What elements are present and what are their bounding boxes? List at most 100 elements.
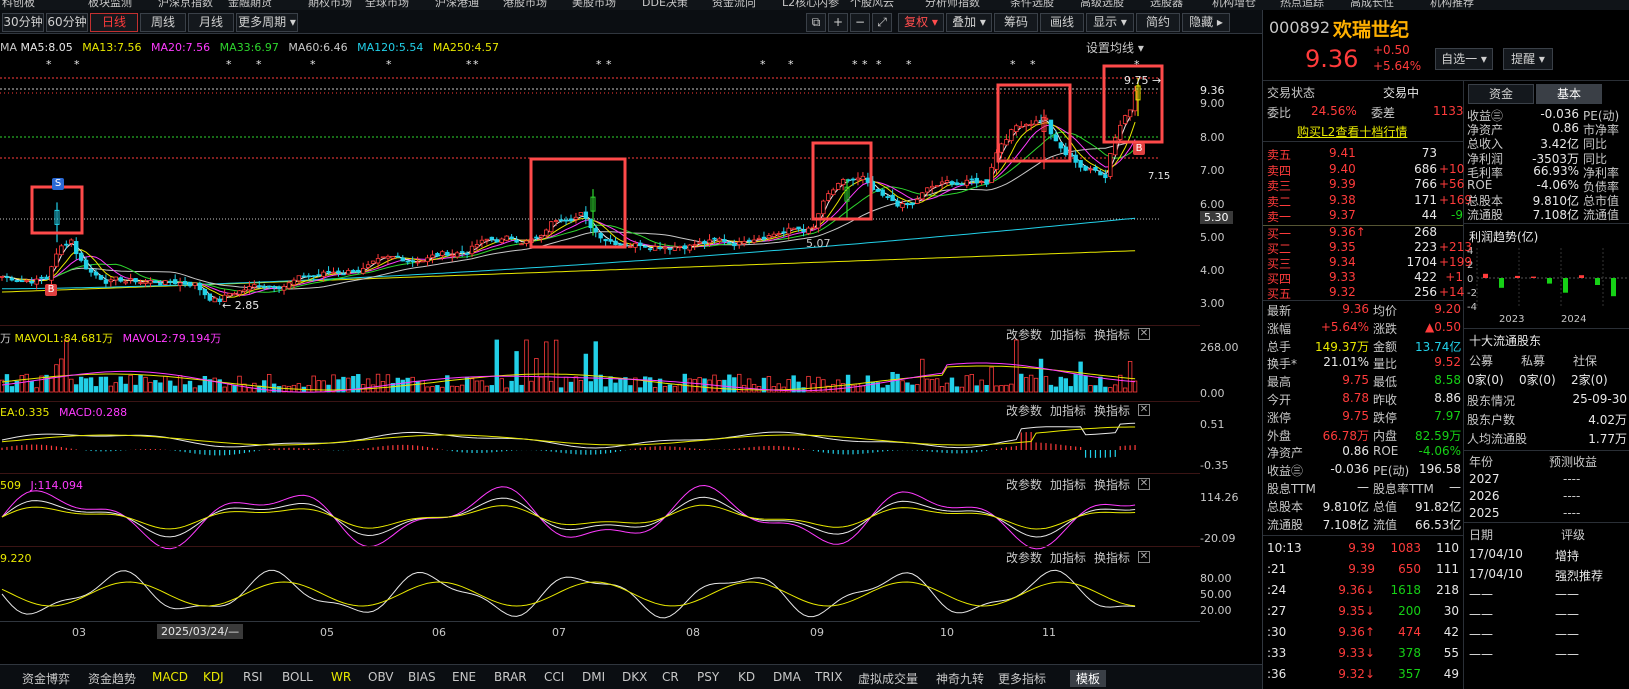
event-marker-icon[interactable]: * <box>386 58 392 71</box>
mavol1-legend: MAVOL1:84.681万 <box>14 332 114 345</box>
volume-bar <box>578 379 584 393</box>
profit-year-label: 2024 <box>1561 314 1586 325</box>
indicator-tab[interactable]: DMI <box>582 670 605 684</box>
candle-body <box>454 252 460 258</box>
swap-indicator-button[interactable]: 换指标 <box>1094 402 1130 419</box>
event-marker-icon[interactable]: * <box>852 58 858 71</box>
indicator-tab[interactable]: OBV <box>368 670 394 684</box>
close-panel-icon[interactable]: ✕ <box>1138 404 1150 416</box>
top-menu-item[interactable]: 高成长性 <box>1350 0 1394 10</box>
indicator-tab[interactable]: KDJ <box>203 670 224 684</box>
indicator-tab[interactable]: RSI <box>243 670 263 684</box>
candle-body <box>687 244 692 251</box>
indicator-tab[interactable]: PSY <box>697 670 719 684</box>
event-marker-icon[interactable]: * <box>906 58 912 71</box>
kdj-legend: 509 J:114.094 <box>0 479 83 492</box>
close-panel-icon[interactable]: ✕ <box>1138 328 1150 340</box>
quote-label: 最低 <box>1373 375 1398 390</box>
event-marker-icon[interactable]: * <box>596 58 602 71</box>
quote-value: 9.20 <box>1434 302 1461 316</box>
event-marker-icon[interactable]: * <box>1010 58 1016 71</box>
quote-label: 流值 <box>1373 517 1398 532</box>
event-marker-icon[interactable]: * <box>606 58 612 71</box>
indicator-tab[interactable]: BOLL <box>282 670 313 684</box>
event-marker-icon[interactable]: * <box>466 58 472 71</box>
event-marker-icon[interactable]: * <box>788 58 794 71</box>
event-marker-icon[interactable]: * <box>310 58 316 71</box>
watchlist-dropdown[interactable]: 自选一 ▾ <box>1435 48 1493 70</box>
edit-params-button[interactable]: 改参数 <box>1006 476 1042 493</box>
indicator-tab[interactable]: CCI <box>544 670 564 684</box>
close-panel-icon[interactable]: ✕ <box>1138 478 1150 490</box>
indicator-tab[interactable]: KD <box>738 670 755 684</box>
rating-date: 17/04/10 <box>1469 567 1523 581</box>
volume-bar <box>707 379 712 393</box>
candle-body <box>88 268 94 273</box>
add-indicator-button[interactable]: 加指标 <box>1050 326 1086 343</box>
top-menu-item[interactable]: 机构增仓 <box>1212 0 1256 10</box>
swap-indicator-button[interactable]: 换指标 <box>1094 326 1130 343</box>
volume-bar <box>93 386 99 393</box>
rating-value: —— <box>1555 627 1579 641</box>
event-marker-icon[interactable]: * <box>760 58 766 71</box>
event-marker-icon[interactable]: * <box>473 58 479 71</box>
book-level-label: 买五 <box>1267 287 1292 301</box>
indicator-tab[interactable]: DKX <box>622 670 647 684</box>
candle-body <box>158 282 163 286</box>
indicator-tab[interactable]: 资金博弈 <box>22 670 70 687</box>
edit-params-button[interactable]: 改参数 <box>1006 402 1042 419</box>
edit-params-button[interactable]: 改参数 <box>1006 326 1042 343</box>
tab-basic[interactable]: 基本 <box>1536 84 1602 104</box>
add-indicator-button[interactable]: 加指标 <box>1050 549 1086 566</box>
candle-body <box>741 240 747 244</box>
add-indicator-button[interactable]: 加指标 <box>1050 476 1086 493</box>
order-ratio-label: 委比 <box>1267 106 1292 120</box>
event-marker-icon[interactable]: * <box>862 58 868 71</box>
volume-bar <box>123 383 128 393</box>
indicator-tab[interactable]: WR <box>331 670 351 684</box>
volume-bar <box>133 384 138 393</box>
volume-bar <box>934 378 940 393</box>
quote-value: 149.37万 <box>1315 339 1369 354</box>
indicator-tab[interactable]: DMA <box>773 670 801 684</box>
event-marker-icon[interactable]: * <box>74 58 80 71</box>
candle-body <box>796 226 801 230</box>
book-delta: -9 <box>1451 208 1463 222</box>
indicator-tab[interactable]: CR <box>662 670 679 684</box>
indicator-tab[interactable]: 更多指标 <box>998 670 1046 687</box>
swap-indicator-button[interactable]: 换指标 <box>1094 549 1130 566</box>
indicator-tab[interactable]: BRAR <box>494 670 527 684</box>
indicator-tab[interactable]: 资金趋势 <box>88 670 136 687</box>
event-marker-icon[interactable]: * <box>256 58 262 71</box>
swap-indicator-button[interactable]: 换指标 <box>1094 476 1130 493</box>
holder-row-label: 股东户数 <box>1467 413 1516 427</box>
indicator-tab[interactable]: TRIX <box>815 670 842 684</box>
quote-label: 外盘 <box>1267 428 1292 443</box>
indicator-tab[interactable]: ENE <box>452 670 476 684</box>
add-indicator-button[interactable]: 加指标 <box>1050 402 1086 419</box>
event-marker-icon[interactable]: * <box>226 58 232 71</box>
close-panel-icon[interactable]: ✕ <box>1138 551 1150 563</box>
indicator-tab[interactable]: 神奇九转 <box>936 670 984 687</box>
indicator-tab[interactable]: BIAS <box>408 670 436 684</box>
indicator-tab[interactable]: 虚拟成交量 <box>858 670 918 687</box>
volume-bar <box>252 382 257 393</box>
tab-funds[interactable]: 资金 <box>1468 84 1534 104</box>
candle-body <box>1098 171 1103 176</box>
event-marker-icon[interactable]: * <box>1030 58 1036 71</box>
event-marker-icon[interactable]: * <box>46 58 52 71</box>
event-marker-icon[interactable]: * <box>1134 58 1140 71</box>
candle-body <box>237 290 242 295</box>
fin-value: -4.06% <box>1536 178 1579 192</box>
volume-bar <box>1078 361 1083 393</box>
alert-dropdown[interactable]: 提醒 ▾ <box>1503 48 1553 70</box>
indicator-tab[interactable]: MACD <box>152 670 188 684</box>
top-menu-item[interactable]: 热点追踪 <box>1280 0 1324 10</box>
volume-bar <box>900 380 905 393</box>
indicator-tab[interactable]: 模板 <box>1070 670 1107 687</box>
top-menu-item[interactable]: 机构推荐 <box>1430 0 1474 10</box>
event-marker-icon[interactable]: * <box>876 58 882 71</box>
book-volume: 73 <box>1421 146 1437 160</box>
edit-params-button[interactable]: 改参数 <box>1006 549 1042 566</box>
buy-l2-link[interactable]: 购买L2查看十档行情 <box>1297 123 1407 140</box>
